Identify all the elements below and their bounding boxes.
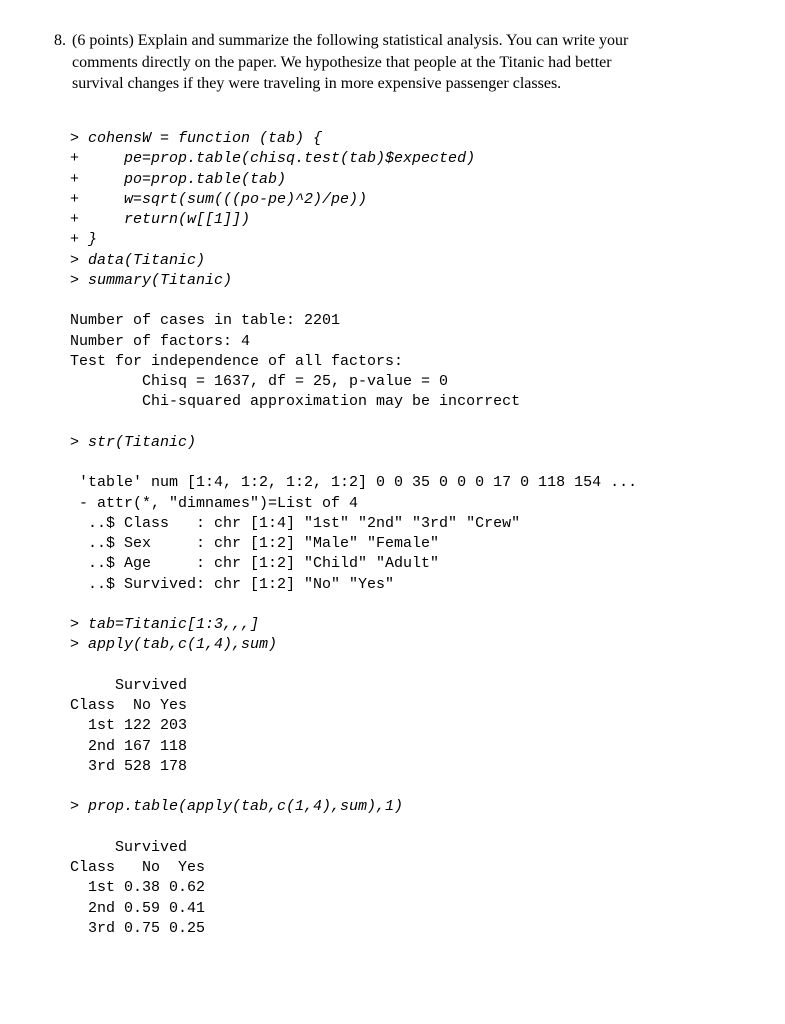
output-line: Chi-squared approximation may be incorre…: [70, 393, 520, 410]
output-line: Survived: [70, 839, 187, 856]
code-block: > cohensW = function (tab) { + pe=prop.t…: [70, 109, 745, 939]
code-line: > cohensW = function (tab) {: [70, 130, 322, 147]
output-line: - attr(*, "dimnames")=List of 4: [70, 495, 358, 512]
output-line: 2nd 0.59 0.41: [70, 900, 205, 917]
output-line: Class No Yes: [70, 697, 187, 714]
output-line: 3rd 528 178: [70, 758, 187, 775]
output-line: 2nd 167 118: [70, 738, 187, 755]
output-line: 3rd 0.75 0.25: [70, 920, 205, 937]
output-line: Class No Yes: [70, 859, 205, 876]
output-line: ..$ Sex : chr [1:2] "Male" "Female": [70, 535, 439, 552]
question-line-c: survival changes if they were traveling …: [72, 75, 561, 92]
output-line: ..$ Age : chr [1:2] "Child" "Adult": [70, 555, 439, 572]
output-line: Chisq = 1637, df = 25, p-value = 0: [70, 373, 448, 390]
output-line: ..$ Survived: chr [1:2] "No" "Yes": [70, 576, 394, 593]
question-points: (6 points): [72, 32, 134, 49]
output-line: 1st 122 203: [70, 717, 187, 734]
question-block: 8. (6 points) Explain and summarize the …: [40, 30, 745, 95]
output-line: Survived: [70, 677, 187, 694]
code-line: + w=sqrt(sum(((po-pe)^2)/pe)): [70, 191, 367, 208]
output-line: ..$ Class : chr [1:4] "1st" "2nd" "3rd" …: [70, 515, 520, 532]
output-line: 1st 0.38 0.62: [70, 879, 205, 896]
code-line: > str(Titanic): [70, 434, 196, 451]
question-line-a: Explain and summarize the following stat…: [138, 32, 629, 49]
question-line-b: comments directly on the paper. We hypot…: [72, 54, 612, 71]
question-text: (6 points) Explain and summarize the fol…: [72, 30, 745, 95]
code-line: + return(w[[1]]): [70, 211, 250, 228]
code-line: + pe=prop.table(chisq.test(tab)$expected…: [70, 150, 475, 167]
output-line: Number of factors: 4: [70, 333, 250, 350]
output-line: 'table' num [1:4, 1:2, 1:2, 1:2] 0 0 35 …: [70, 474, 637, 491]
code-line: > apply(tab,c(1,4),sum): [70, 636, 277, 653]
code-line: + po=prop.table(tab): [70, 171, 286, 188]
code-line: > tab=Titanic[1:3,,,]: [70, 616, 259, 633]
output-line: Test for independence of all factors:: [70, 353, 403, 370]
code-line: > prop.table(apply(tab,c(1,4),sum),1): [70, 798, 403, 815]
question-number: 8.: [40, 30, 72, 52]
code-line: > summary(Titanic): [70, 272, 232, 289]
code-line: + }: [70, 231, 97, 248]
code-line: > data(Titanic): [70, 252, 205, 269]
output-line: Number of cases in table: 2201: [70, 312, 340, 329]
